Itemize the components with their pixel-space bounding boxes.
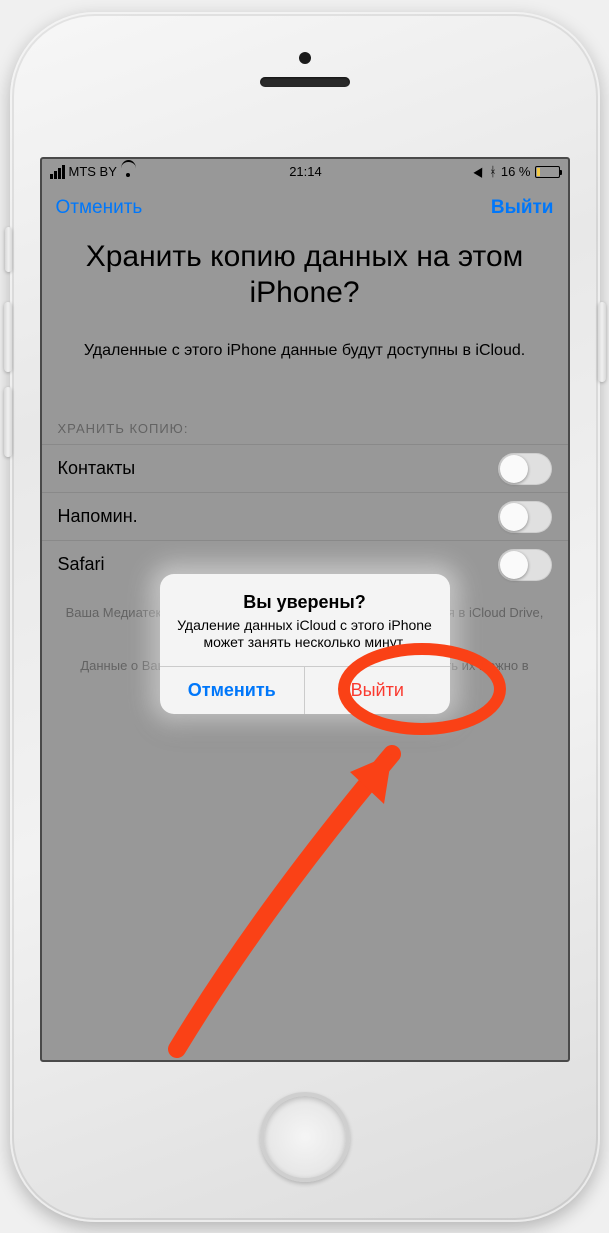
screen: MTS BY 21:14 ᚼ 16 % Отменить Выйти Храни… [40, 157, 570, 1062]
phone-frame: MTS BY 21:14 ᚼ 16 % Отменить Выйти Храни… [10, 12, 600, 1222]
home-button[interactable] [260, 1092, 350, 1182]
mute-switch [5, 227, 12, 272]
volume-up-button [4, 302, 12, 372]
earpiece-icon [260, 77, 350, 87]
dim-overlay [42, 159, 568, 1060]
sensor-icon [299, 52, 311, 64]
power-button [598, 302, 606, 382]
volume-down-button [4, 387, 12, 457]
